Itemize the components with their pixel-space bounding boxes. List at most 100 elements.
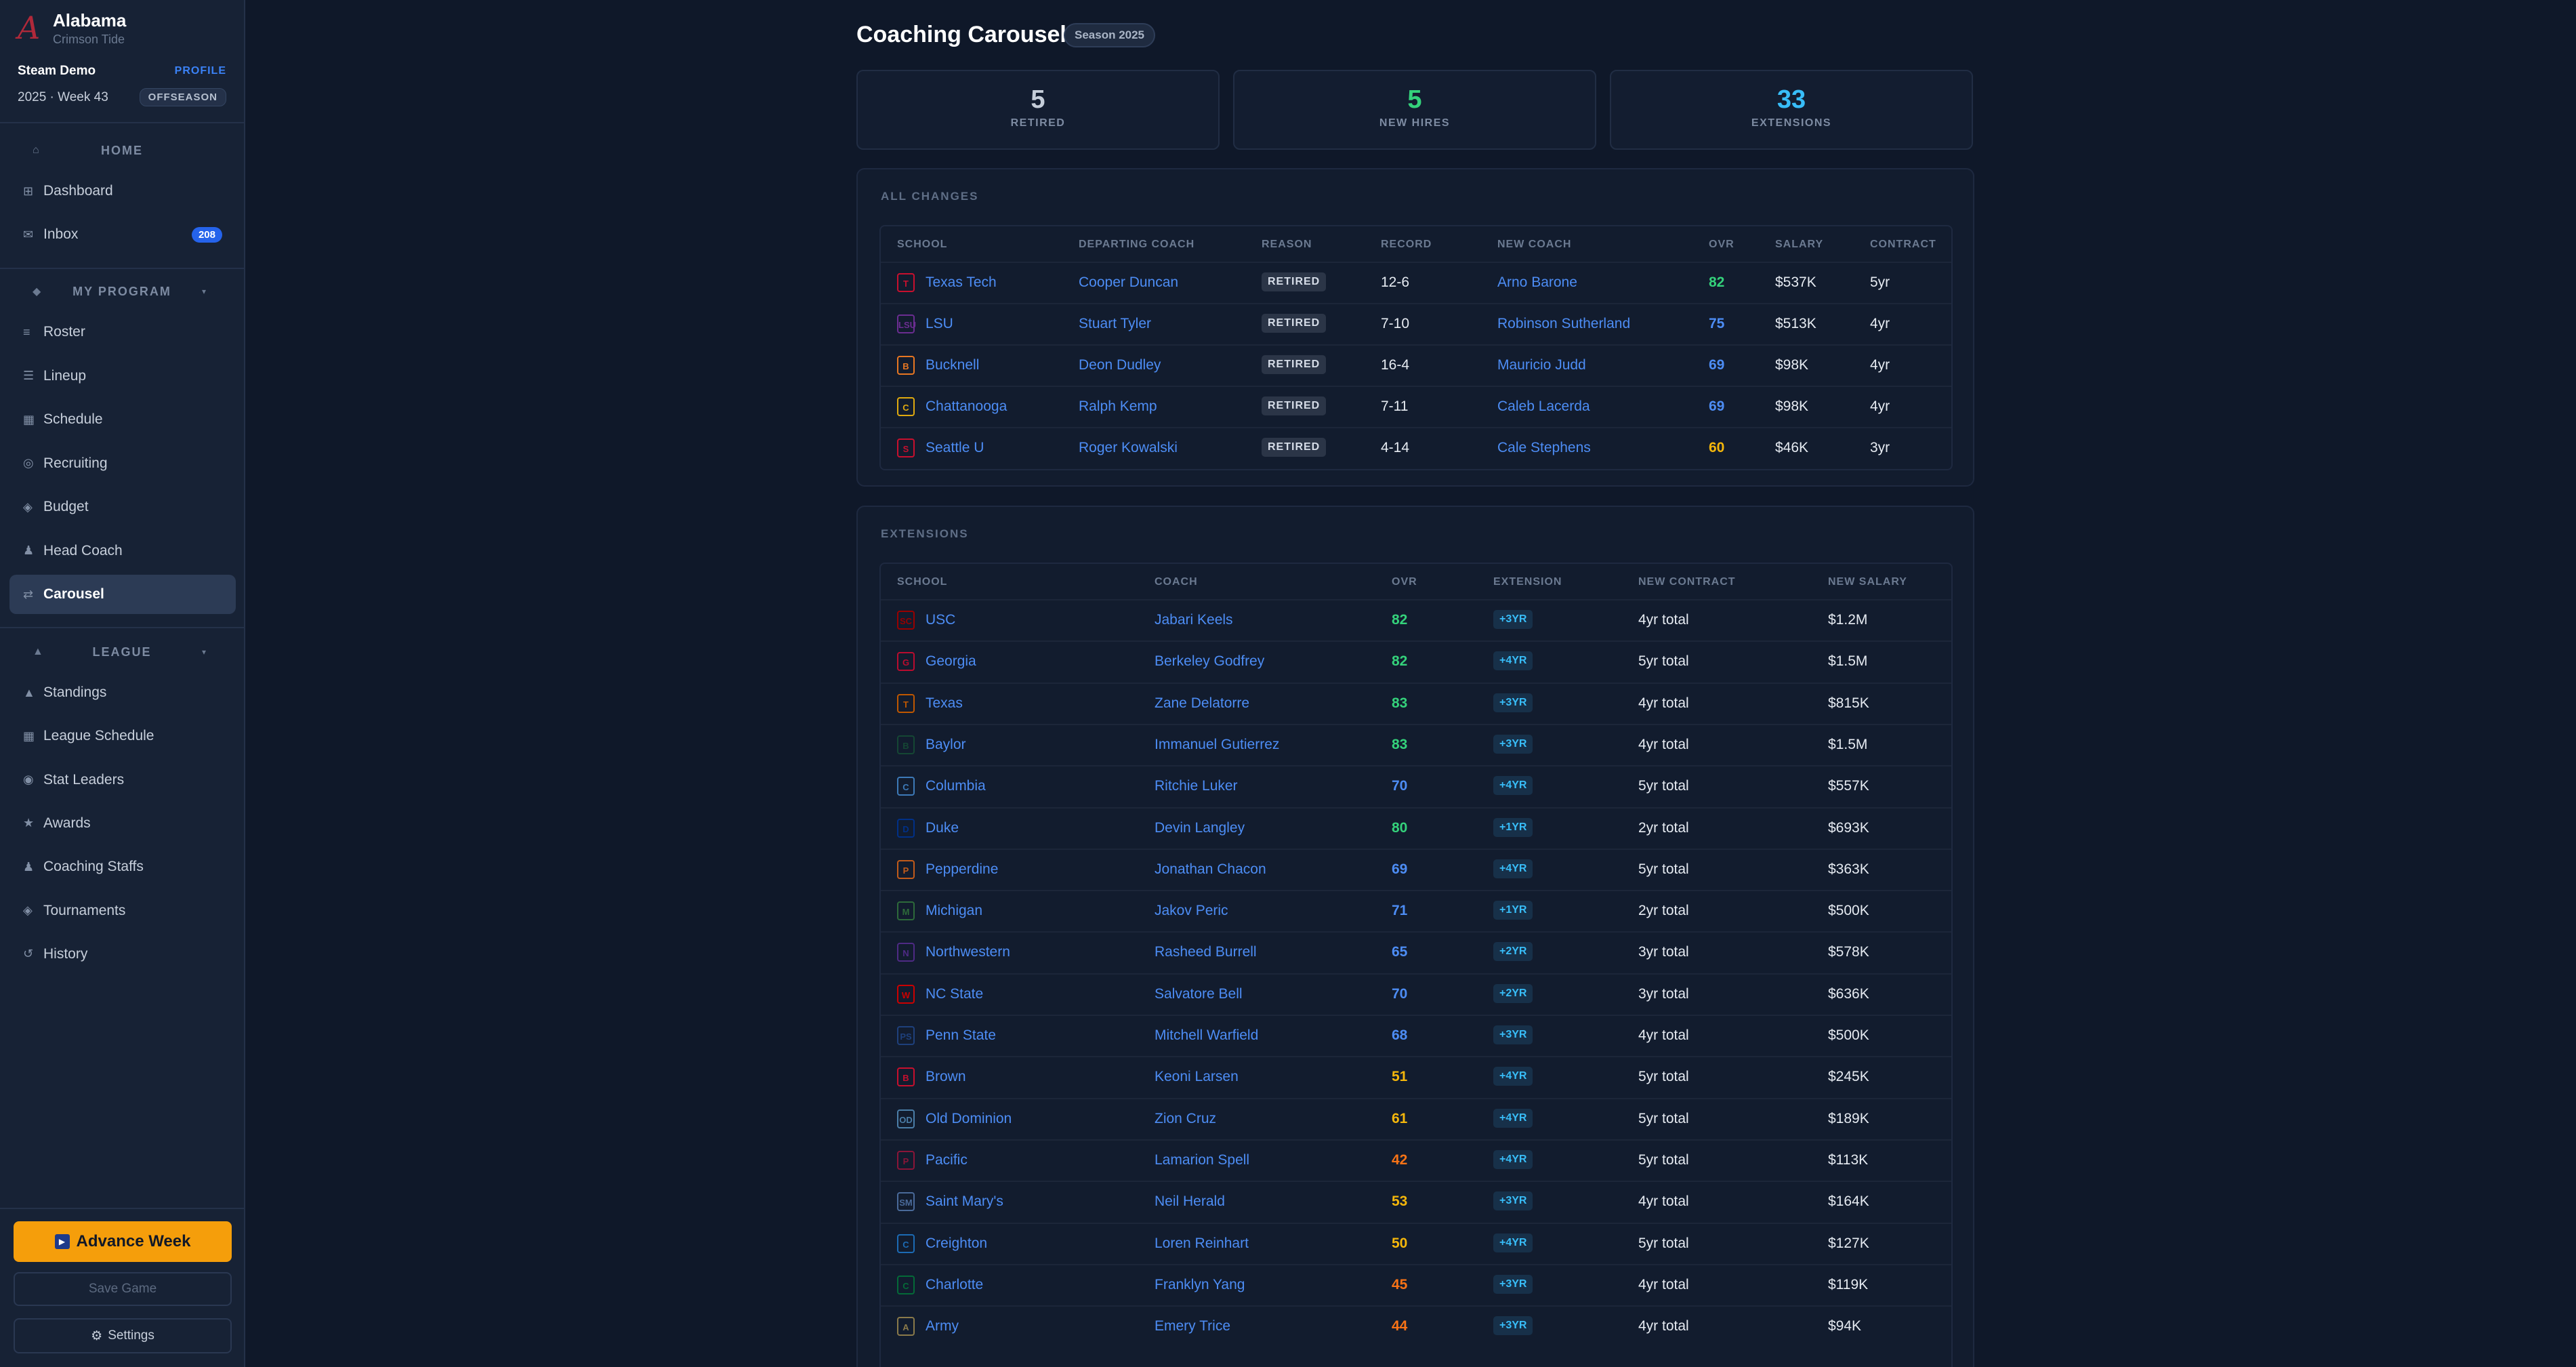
collapse-icon: ▾	[201, 647, 206, 657]
school-link[interactable]: Old Dominion	[926, 1111, 1012, 1127]
column-header[interactable]: CONTRACT	[1870, 239, 1936, 251]
school-link[interactable]: Creighton	[926, 1236, 987, 1252]
school-link[interactable]: Pepperdine	[926, 861, 998, 878]
school-link[interactable]: Texas Tech	[926, 274, 997, 291]
column-header[interactable]: SCHOOL	[897, 239, 947, 251]
coach-link[interactable]: Devin Langley	[1155, 820, 1245, 836]
coach-link[interactable]: Jonathan Chacon	[1155, 861, 1266, 878]
column-header[interactable]: NEW COACH	[1497, 239, 1571, 251]
coach-link[interactable]: Zion Cruz	[1155, 1111, 1216, 1127]
sidebar-item-history[interactable]: ↺ History	[9, 935, 236, 974]
column-header[interactable]: OVR	[1392, 576, 1417, 588]
coach-link[interactable]: Rasheed Burrell	[1155, 944, 1257, 960]
sidebar-item-inbox[interactable]: ✉ Inbox 208	[9, 215, 236, 254]
sidebar-item-schedule[interactable]: ▦ Schedule	[9, 400, 236, 439]
sidebar-item-stat-leaders[interactable]: ◉ Stat Leaders	[9, 760, 236, 800]
reason-badge: RETIRED	[1262, 396, 1327, 415]
column-header[interactable]: NEW CONTRACT	[1638, 576, 1736, 588]
school-link[interactable]: Baylor	[926, 737, 966, 753]
school-link[interactable]: Chattanooga	[926, 399, 1007, 415]
sidebar-item-coaching-staffs[interactable]: ♟ Coaching Staffs	[9, 847, 236, 886]
coach-link[interactable]: Jakov Peric	[1155, 903, 1228, 919]
extension-badge: +4YR	[1493, 651, 1533, 671]
school-link[interactable]: Northwestern	[926, 944, 1010, 960]
settings-button[interactable]: ⚙ Settings	[14, 1318, 232, 1353]
salary: $98K	[1775, 399, 1809, 414]
school-link[interactable]: Penn State	[926, 1027, 996, 1044]
profile-link[interactable]: PROFILE	[175, 65, 226, 77]
column-header[interactable]: OVR	[1709, 239, 1734, 251]
coach-link[interactable]: Zane Delatorre	[1155, 695, 1249, 712]
advance-week-button[interactable]: ▶ Advance Week	[14, 1221, 232, 1262]
sidebar-item-dashboard[interactable]: ⊞ Dashboard	[9, 171, 236, 211]
overall-rating: 69	[1709, 357, 1725, 373]
school-link[interactable]: Brown	[926, 1069, 966, 1085]
school-link[interactable]: Texas	[926, 695, 963, 712]
departing-coach-link[interactable]: Ralph Kemp	[1079, 399, 1157, 415]
coach-link[interactable]: Salvatore Bell	[1155, 986, 1243, 1002]
school-link[interactable]: LSU	[926, 316, 953, 332]
new-coach-link[interactable]: Caleb Lacerda	[1497, 399, 1590, 415]
school-logo-icon: C	[897, 397, 915, 416]
school-link[interactable]: Pacific	[926, 1152, 968, 1168]
school-link[interactable]: Charlotte	[926, 1277, 983, 1293]
save-game-button[interactable]: Save Game	[14, 1272, 232, 1306]
departing-coach-link[interactable]: Stuart Tyler	[1079, 316, 1151, 332]
column-header[interactable]: SALARY	[1775, 239, 1823, 251]
coach-link[interactable]: Keoni Larsen	[1155, 1069, 1239, 1085]
school-link[interactable]: Bucknell	[926, 357, 979, 373]
sidebar-item-lineup[interactable]: ☰ Lineup	[9, 356, 236, 396]
school-link[interactable]: Duke	[926, 820, 959, 836]
sidebar-item-roster[interactable]: ≡ Roster	[9, 312, 236, 352]
new-coach-link[interactable]: Mauricio Judd	[1497, 357, 1586, 373]
coach-link[interactable]: Neil Herald	[1155, 1193, 1225, 1210]
overall-rating: 51	[1392, 1069, 1408, 1085]
sidebar-item-recruiting[interactable]: ◎ Recruiting	[9, 444, 236, 483]
departing-coach-link[interactable]: Cooper Duncan	[1079, 274, 1178, 291]
school-link[interactable]: Seattle U	[926, 440, 984, 456]
column-header[interactable]: RECORD	[1381, 239, 1432, 251]
coach-link[interactable]: Mitchell Warfield	[1155, 1027, 1258, 1044]
section-league-label: LEAGUE	[92, 645, 152, 659]
school-link[interactable]: Army	[926, 1318, 959, 1334]
school-logo-icon: G	[897, 652, 915, 672]
school-link[interactable]: Michigan	[926, 903, 982, 919]
school-link[interactable]: NC State	[926, 986, 983, 1002]
table-row: PS Penn State Mitchell Warfield 68 +3YR 4yr t…	[881, 1015, 1951, 1056]
column-header[interactable]: SCHOOL	[897, 576, 947, 588]
sidebar-item-carousel[interactable]: ⇄ Carousel	[9, 575, 236, 614]
sidebar-item-budget[interactable]: ◈ Budget	[9, 487, 236, 527]
coach-link[interactable]: Immanuel Gutierrez	[1155, 737, 1279, 753]
section-league[interactable]: ▲ LEAGUE ▾	[18, 638, 226, 666]
school-link[interactable]: USC	[926, 612, 955, 628]
new-coach-link[interactable]: Arno Barone	[1497, 274, 1577, 291]
column-header[interactable]: REASON	[1262, 239, 1312, 251]
departing-coach-link[interactable]: Deon Dudley	[1079, 357, 1161, 373]
new-coach-link[interactable]: Robinson Sutherland	[1497, 316, 1630, 332]
school-link[interactable]: Georgia	[926, 653, 976, 670]
new-coach-link[interactable]: Cale Stephens	[1497, 440, 1591, 456]
school-link[interactable]: Columbia	[926, 778, 986, 794]
coach-link[interactable]: Berkeley Godfrey	[1155, 653, 1264, 670]
coach-link[interactable]: Emery Trice	[1155, 1318, 1230, 1334]
coach-link[interactable]: Ritchie Luker	[1155, 778, 1238, 794]
coach-link[interactable]: Jabari Keels	[1155, 612, 1233, 628]
departing-coach-link[interactable]: Roger Kowalski	[1079, 440, 1178, 456]
sidebar-item-tournaments[interactable]: ◈ Tournaments	[9, 891, 236, 931]
column-header[interactable]: NEW SALARY	[1828, 576, 1907, 588]
section-home[interactable]: ⌂ HOME	[18, 137, 226, 164]
sidebar-item-league-schedule[interactable]: ▦ League Schedule	[9, 716, 236, 756]
sidebar-item-standings[interactable]: ▲ Standings	[9, 673, 236, 712]
coach-link[interactable]: Franklyn Yang	[1155, 1277, 1245, 1293]
column-header[interactable]: EXTENSION	[1493, 576, 1562, 588]
current-week: 2025 · Week 43	[18, 89, 108, 104]
coach-link[interactable]: Loren Reinhart	[1155, 1236, 1249, 1252]
sidebar-item-awards[interactable]: ★ Awards	[9, 804, 236, 843]
column-header[interactable]: DEPARTING COACH	[1079, 239, 1194, 251]
section-my-program[interactable]: ◆ MY PROGRAM ▾	[18, 278, 226, 305]
column-header[interactable]: COACH	[1155, 576, 1198, 588]
coach-link[interactable]: Lamarion Spell	[1155, 1152, 1249, 1168]
sidebar-item-label: Dashboard	[43, 183, 113, 199]
school-link[interactable]: Saint Mary's	[926, 1193, 1003, 1210]
sidebar-item-head-coach[interactable]: ♟ Head Coach	[9, 531, 236, 571]
